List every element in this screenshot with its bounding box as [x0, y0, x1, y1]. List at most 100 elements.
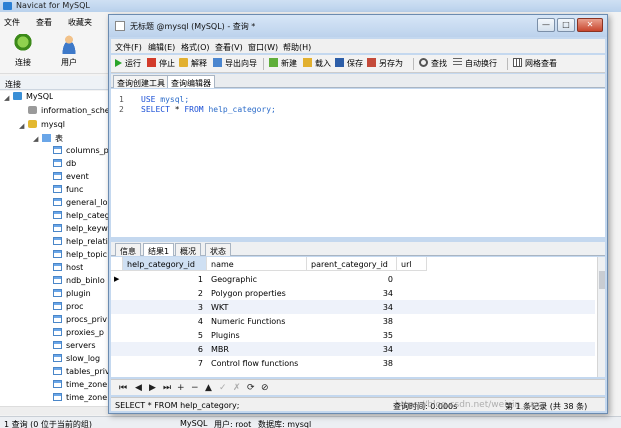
stop-button[interactable]: 停止	[147, 58, 175, 70]
connection-button[interactable]: 连接	[6, 34, 40, 68]
grid-cell-name[interactable]: WKT	[211, 300, 307, 314]
menu-edit[interactable]: 编辑(E)	[148, 42, 175, 53]
add-record-icon[interactable]: +	[177, 383, 185, 393]
tree-node-table[interactable]: time_zone	[53, 393, 107, 405]
tree-node-table[interactable]: event	[53, 172, 89, 184]
grid-cell-parent[interactable]: 34	[307, 286, 393, 300]
grid-cell-name[interactable]: Geographic	[211, 272, 307, 286]
grid-cell-parent[interactable]: 38	[307, 314, 393, 328]
maximize-button[interactable]: □	[557, 18, 575, 32]
tab-profile[interactable]: 概况	[175, 243, 201, 256]
user-button[interactable]: 用户	[52, 34, 86, 68]
load-button[interactable]: 载入	[303, 58, 331, 70]
menu-file[interactable]: 文件(F)	[115, 42, 142, 53]
grid-cell-url[interactable]	[401, 314, 427, 328]
word-wrap-button[interactable]: 自动换行	[453, 58, 497, 70]
tree-node-table[interactable]: slow_log	[53, 354, 100, 366]
grid-cell-id[interactable]: 2	[123, 286, 203, 300]
grid-vertical-scrollbar[interactable]	[597, 257, 605, 377]
refresh-icon[interactable]: ⟳	[247, 383, 255, 393]
tree-node-table[interactable]: tables_priv	[53, 367, 110, 379]
grid-cell-name[interactable]: Control flow functions	[211, 356, 307, 370]
menu-format[interactable]: 格式(O)	[181, 42, 210, 53]
tree-node-table[interactable]: ndb_binlo	[53, 276, 105, 288]
tree-node-table[interactable]: plugin	[53, 289, 91, 301]
tree-node-table[interactable]: help_relati	[53, 237, 108, 249]
tree-node-tables-folder[interactable]: 表	[42, 133, 63, 145]
export-wizard-button[interactable]: 导出向导	[213, 58, 257, 70]
tree-node-table[interactable]: time_zone	[53, 380, 107, 392]
grid-cell-url[interactable]	[401, 356, 427, 370]
save-button[interactable]: 保存	[335, 58, 363, 70]
grid-cell-url[interactable]	[401, 328, 427, 342]
discard-changes-icon[interactable]: ✗	[233, 383, 241, 393]
grid-cell-id[interactable]: 4	[123, 314, 203, 328]
expand-mysql-icon[interactable]: ◢	[4, 94, 9, 102]
stop-refresh-icon[interactable]: ⊘	[261, 383, 269, 393]
grid-cell-url[interactable]	[401, 342, 427, 356]
minimize-button[interactable]: —	[537, 18, 555, 32]
tree-node-table[interactable]: db	[53, 159, 76, 171]
menu-help[interactable]: 帮助(H)	[283, 42, 311, 53]
column-header-help-category-id[interactable]: help_category_id	[123, 257, 207, 271]
save-as-button[interactable]: 另存为	[367, 58, 403, 70]
tree-horizontal-scrollbar[interactable]	[0, 406, 108, 415]
grid-cell-parent[interactable]: 34	[307, 342, 393, 356]
main-menu-file[interactable]: 文件	[4, 17, 20, 28]
grid-cell-parent[interactable]: 0	[307, 272, 393, 286]
grid-cell-name[interactable]: Numeric Functions	[211, 314, 307, 328]
tab-status[interactable]: 状态	[205, 243, 231, 256]
tree-node-table[interactable]: columns_p	[53, 146, 109, 158]
grid-cell-name[interactable]: MBR	[211, 342, 307, 356]
delete-record-icon[interactable]: −	[191, 383, 199, 393]
sql-editor[interactable]: 1 2 USE mysql; SELECT * FROM help_catego…	[111, 89, 605, 237]
tree-node-table[interactable]: func	[53, 185, 83, 197]
column-header-parent-category-id[interactable]: parent_category_id	[307, 257, 397, 271]
grid-cell-url[interactable]	[401, 300, 427, 314]
tree-node-table[interactable]: general_lo	[53, 198, 108, 210]
query-title-bar[interactable]: 无标题 @mysql (MySQL) - 查询 * — □ ✕	[109, 15, 607, 37]
grid-cell-id[interactable]: 1	[123, 272, 203, 286]
grid-cell-parent[interactable]: 34	[307, 300, 393, 314]
expand-mysql-db-icon[interactable]: ◢	[19, 122, 24, 130]
tree-node-table[interactable]: procs_priv	[53, 315, 107, 327]
main-menu-favorites[interactable]: 收藏夹	[68, 17, 92, 28]
grid-cell-id[interactable]: 3	[123, 300, 203, 314]
tree-node-table[interactable]: host	[53, 263, 83, 275]
table-row[interactable]: 3 WKT 34	[111, 300, 595, 314]
new-button[interactable]: 新建	[269, 58, 297, 70]
grid-cell-url[interactable]	[401, 272, 427, 286]
column-header-name[interactable]: name	[207, 257, 307, 271]
tab-info[interactable]: 信息	[115, 243, 141, 256]
last-record-icon[interactable]: ⏭	[163, 383, 171, 393]
tree-node-mysql-connection[interactable]: MySQL	[13, 92, 53, 104]
table-row[interactable]: 2 Polygon properties 34	[111, 286, 595, 300]
menu-window[interactable]: 窗口(W)	[248, 42, 278, 53]
run-button[interactable]: 运行	[115, 58, 141, 70]
grid-cell-id[interactable]: 7	[123, 356, 203, 370]
tree-node-table[interactable]: servers	[53, 341, 96, 353]
table-row[interactable]: 4 Numeric Functions 38	[111, 314, 595, 328]
column-header-url[interactable]: url	[397, 257, 427, 271]
tree-node-information-schema[interactable]: information_sche	[28, 106, 110, 118]
next-record-icon[interactable]: ▶	[149, 383, 156, 393]
grid-view-button[interactable]: 网格查看	[513, 58, 557, 70]
table-row[interactable]: 7 Control flow functions 38	[111, 356, 595, 370]
move-up-icon[interactable]: ▲	[205, 383, 212, 393]
table-row[interactable]: ▶ 1 Geographic 0	[111, 272, 595, 286]
grid-cell-url[interactable]	[401, 286, 427, 300]
tree-node-table[interactable]: help_categ	[53, 211, 110, 223]
grid-cell-id[interactable]: 5	[123, 328, 203, 342]
grid-cell-id[interactable]: 6	[123, 342, 203, 356]
table-row[interactable]: 5 Plugins 35	[111, 328, 595, 342]
grid-cell-name[interactable]: Polygon properties	[211, 286, 307, 300]
tab-query-builder[interactable]: 查询创建工具	[113, 75, 169, 88]
table-row[interactable]: 6 MBR 34	[111, 342, 595, 356]
tab-query-editor[interactable]: 查询编辑器	[167, 75, 215, 88]
previous-record-icon[interactable]: ◀	[135, 383, 142, 393]
grid-cell-parent[interactable]: 35	[307, 328, 393, 342]
expand-tables-icon[interactable]: ◢	[33, 135, 38, 143]
first-record-icon[interactable]: ⏮	[119, 383, 127, 393]
close-button[interactable]: ✕	[577, 18, 603, 32]
tree-node-table[interactable]: help_keyw	[53, 224, 108, 236]
